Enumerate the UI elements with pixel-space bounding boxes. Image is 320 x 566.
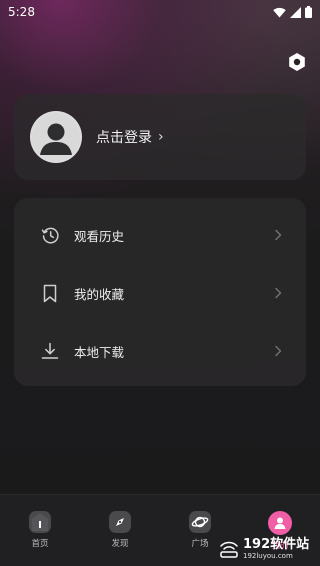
status-bar: 5:28 [0,0,320,24]
gear-icon [289,53,305,71]
tab-label-home: 首页 [31,539,49,549]
status-icons [273,6,312,18]
avatar [30,111,82,163]
menu-item-favorites[interactable]: 我的收藏 [14,264,306,322]
watermark-title: 192软件站 [243,537,310,552]
bookmark-icon [40,283,60,303]
menu-item-watch-history[interactable]: 观看历史 [14,206,306,264]
history-icon [40,225,60,245]
chevron-right-icon [272,345,284,357]
status-time: 5:28 [8,5,35,19]
planet-icon [189,511,211,533]
tab-home[interactable]: 首页 [8,511,72,549]
login-prompt[interactable]: 点击登录 › [96,127,164,147]
menu-label-watch-history: 观看历史 [74,228,125,244]
menu-card: 观看历史 我的收藏 本地下载 [14,198,306,386]
settings-button[interactable] [286,51,308,73]
menu-label-local-downloads: 本地下载 [74,344,125,360]
tab-label-discover: 发现 [111,539,129,549]
menu-item-local-downloads[interactable]: 本地下载 [14,322,306,380]
chevron-right-icon [272,287,284,299]
default-avatar-icon [32,113,80,161]
tab-discover[interactable]: 发现 [88,511,152,549]
menu-label-favorites: 我的收藏 [74,286,125,302]
wifi-icon [273,7,286,17]
tab-label-square: 广场 [191,539,209,549]
chevron-right-icon: › [158,129,164,145]
login-label: 点击登录 [96,130,152,146]
download-icon [40,341,60,361]
home-icon [29,511,51,533]
chevron-right-icon [272,229,284,241]
site-watermark: 192软件站 192luyou.com [218,532,320,566]
discover-icon [109,511,131,533]
watermark-url: 192luyou.com [243,552,293,560]
battery-icon [305,6,312,18]
router-logo-icon [220,541,238,558]
login-card[interactable]: 点击登录 › [14,94,306,180]
signal-icon [290,6,301,18]
